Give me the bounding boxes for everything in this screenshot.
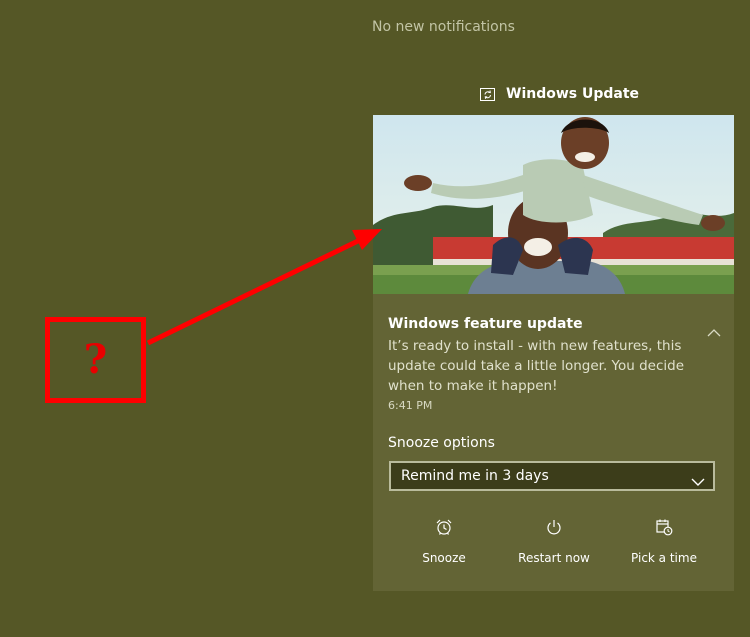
notification-title: Windows feature update bbox=[388, 316, 583, 332]
power-icon bbox=[545, 518, 563, 536]
snooze-options-label: Snooze options bbox=[388, 435, 495, 451]
hero-image bbox=[373, 115, 734, 294]
snooze-selected-value: Remind me in 3 days bbox=[401, 468, 549, 484]
windows-update-icon bbox=[480, 86, 496, 102]
notification-actions: Snooze Restart now Pick a time bbox=[389, 515, 719, 575]
notification-body: It’s ready to install - with new feature… bbox=[388, 338, 685, 394]
calendar-clock-icon bbox=[655, 518, 673, 536]
pick-a-time-button-label: Pick a time bbox=[631, 551, 697, 565]
collapse-chevron-icon[interactable] bbox=[706, 324, 722, 337]
snooze-button[interactable]: Snooze bbox=[389, 515, 499, 575]
notification-group-header[interactable]: Windows Update bbox=[480, 84, 639, 104]
annotation-question-mark: ? bbox=[83, 336, 108, 383]
notification-card[interactable]: Windows feature update It’s ready to ins… bbox=[373, 115, 734, 591]
restart-now-button[interactable]: Restart now bbox=[499, 515, 609, 575]
snooze-duration-dropdown[interactable]: Remind me in 3 days bbox=[389, 461, 715, 491]
chevron-down-icon bbox=[691, 472, 705, 486]
notification-timestamp: 6:41 PM bbox=[388, 399, 433, 412]
alarm-clock-icon bbox=[435, 518, 453, 536]
annotation-question-box: ? bbox=[45, 317, 146, 403]
snooze-button-label: Snooze bbox=[422, 551, 466, 565]
pick-a-time-button[interactable]: Pick a time bbox=[609, 515, 719, 575]
no-notifications-text: No new notifications bbox=[372, 19, 515, 35]
group-app-name: Windows Update bbox=[506, 86, 640, 102]
restart-now-button-label: Restart now bbox=[518, 551, 590, 565]
